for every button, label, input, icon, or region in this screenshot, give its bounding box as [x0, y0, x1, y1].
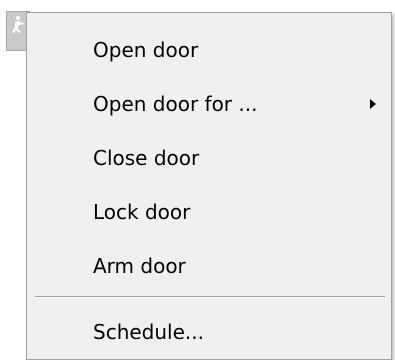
menu-item-label: Close door	[93, 146, 200, 170]
menu-item-label: Schedule...	[93, 320, 204, 344]
menu-item-label: Lock door	[93, 200, 191, 224]
menu-item-label: Open door	[93, 38, 199, 62]
menu-item-schedule[interactable]: Schedule...	[27, 307, 391, 357]
submenu-arrow-icon	[370, 99, 376, 109]
menu-item-open-door[interactable]: Open door	[27, 25, 391, 75]
context-menu-stage: Open door Open door for ... Close door L…	[0, 0, 395, 360]
menu-item-label: Open door for ...	[93, 92, 258, 116]
menu-item-lock-door[interactable]: Lock door	[27, 187, 391, 237]
menu-item-close-door[interactable]: Close door	[27, 133, 391, 183]
menu-item-open-door-for[interactable]: Open door for ...	[27, 79, 391, 129]
menu-separator	[35, 296, 385, 298]
context-menu: Open door Open door for ... Close door L…	[26, 12, 392, 360]
menu-item-label: Arm door	[93, 254, 186, 278]
menu-item-arm-door[interactable]: Arm door	[27, 241, 391, 291]
